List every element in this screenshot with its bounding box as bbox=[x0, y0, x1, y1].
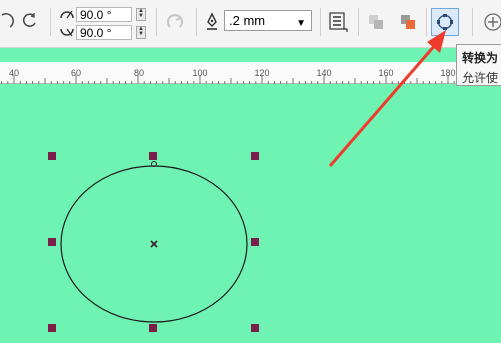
plus-icon[interactable] bbox=[482, 11, 501, 33]
ruler-label: 140 bbox=[316, 68, 332, 78]
tooltip: 转换为 允许使 bbox=[456, 44, 501, 86]
selection-handle[interactable] bbox=[149, 324, 157, 332]
ruler-label: 100 bbox=[192, 68, 208, 78]
selection-handle[interactable] bbox=[149, 152, 157, 160]
end-angle-row: 90.0 ° ▲ ▼ bbox=[58, 24, 146, 40]
toolbar-separator bbox=[358, 8, 359, 36]
start-angle-input[interactable]: 90.0 ° bbox=[76, 6, 132, 22]
arc-rotate-icon[interactable] bbox=[20, 11, 40, 31]
ruler-label: 60 bbox=[70, 68, 82, 78]
convert-to-curves-icon bbox=[435, 12, 455, 32]
toolbar-separator bbox=[50, 8, 51, 36]
arc-angle-icon bbox=[58, 25, 76, 39]
ruler-label: 160 bbox=[378, 68, 394, 78]
selection-handle[interactable] bbox=[48, 238, 56, 246]
direction-icon[interactable] bbox=[164, 12, 186, 32]
ruler-label: 180 bbox=[440, 68, 456, 78]
ruler-label: 120 bbox=[254, 68, 270, 78]
outline-width-value: .2 mm bbox=[229, 13, 266, 28]
outline-width-select[interactable]: .2 mm ▼ bbox=[224, 10, 312, 31]
end-angle-spinner[interactable]: ▲ ▼ bbox=[136, 25, 146, 39]
pen-nib-icon bbox=[204, 12, 220, 32]
arc-rotate-icon[interactable] bbox=[0, 11, 16, 31]
convert-to-curves-button[interactable] bbox=[431, 8, 459, 36]
wrap-text-icon[interactable] bbox=[328, 11, 348, 33]
shape-icon[interactable] bbox=[398, 12, 418, 32]
selection-handle[interactable] bbox=[48, 324, 56, 332]
center-x-marker[interactable] bbox=[150, 240, 158, 248]
toolbar-separator bbox=[320, 8, 321, 36]
toolbar-separator bbox=[426, 8, 427, 36]
end-angle-input[interactable]: 90.0 ° bbox=[76, 24, 132, 40]
selection-handle[interactable] bbox=[251, 238, 259, 246]
arc-angle-icon bbox=[58, 7, 76, 21]
ruler-label: 80 bbox=[133, 68, 145, 78]
selection-handle[interactable] bbox=[48, 152, 56, 160]
toolbar-separator bbox=[156, 8, 157, 36]
chevron-down-icon: ▼ bbox=[296, 18, 306, 29]
horizontal-ruler[interactable]: 40 60 80 100 120 140 160 180 bbox=[0, 62, 501, 84]
start-angle-spinner[interactable]: ▲ ▼ bbox=[136, 7, 146, 21]
selection-handle[interactable] bbox=[251, 152, 259, 160]
toolbar-separator bbox=[472, 8, 473, 36]
drawing-canvas[interactable] bbox=[0, 84, 501, 343]
toolbar-separator bbox=[196, 8, 197, 36]
shape-icon[interactable] bbox=[366, 12, 386, 32]
property-toolbar: 90.0 ° ▲ ▼ 90.0 ° ▲ ▼ .2 mm ▼ bbox=[0, 0, 501, 48]
start-angle-row: 90.0 ° ▲ ▼ bbox=[58, 6, 146, 22]
ruler-label: 40 bbox=[8, 68, 20, 78]
selection-handle[interactable] bbox=[251, 324, 259, 332]
tooltip-title: 转换为 bbox=[462, 51, 499, 65]
tooltip-description: 允许使 bbox=[462, 71, 499, 85]
